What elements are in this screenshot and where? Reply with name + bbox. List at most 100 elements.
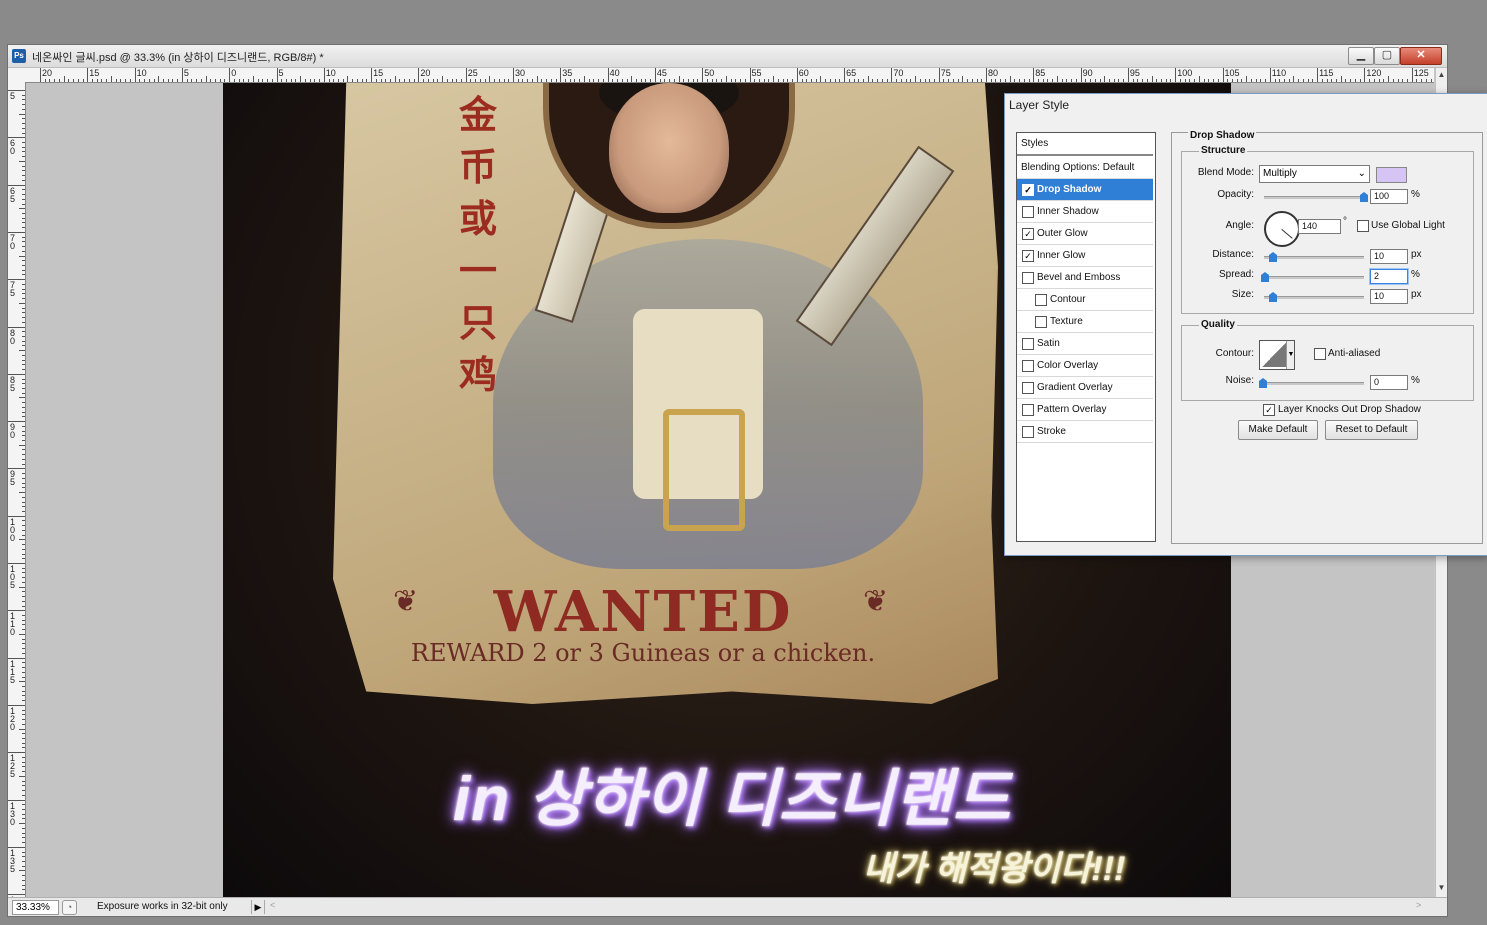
style-checkbox[interactable]	[1035, 294, 1047, 306]
style-item-label: Satin	[1037, 338, 1060, 349]
zoom-level-field[interactable]: 33.33%	[12, 900, 59, 915]
ruler-tick-label: 120	[1366, 68, 1382, 78]
spread-input[interactable]: 2	[1370, 269, 1408, 284]
scroll-left-icon[interactable]: <	[270, 900, 275, 910]
ruler-tick	[820, 76, 822, 82]
knockout-checkbox[interactable]: ✓	[1263, 404, 1275, 416]
style-checkbox[interactable]	[1022, 382, 1034, 394]
ruler-tick	[1175, 68, 1177, 82]
status-message: Exposure works in 32-bit only	[97, 901, 228, 912]
horizontal-ruler[interactable]: 20 15 10 5 0 5 10 15 20 25 30 35 40 45 50 55 60 65 70 75 80 8…	[26, 68, 1434, 83]
angle-input[interactable]: 140	[1298, 219, 1341, 234]
ruler-tick	[304, 79, 306, 82]
make-default-button[interactable]: Make Default	[1238, 420, 1318, 440]
ruler-tick	[22, 766, 25, 768]
ruler-tick	[22, 875, 25, 877]
ruler-tick	[394, 76, 396, 82]
scroll-down-icon[interactable]: ▼	[1436, 883, 1447, 892]
style-item-pattern-overlay[interactable]: Pattern Overlay	[1017, 399, 1153, 421]
ruler-tick	[22, 860, 25, 862]
ruler-tick-label: 65	[846, 68, 857, 78]
ruler-tick	[1090, 79, 1092, 82]
style-item-contour[interactable]: Contour	[1017, 289, 1153, 311]
ruler-tick	[22, 771, 25, 773]
style-checkbox[interactable]: ✓	[1022, 228, 1034, 240]
contour-dropdown-icon[interactable]: ▼	[1286, 341, 1294, 369]
anti-aliased-checkbox[interactable]	[1314, 348, 1326, 360]
opacity-slider[interactable]	[1264, 196, 1364, 199]
style-checkbox[interactable]	[1035, 316, 1047, 328]
opacity-input[interactable]: 100	[1370, 189, 1408, 204]
style-checkbox[interactable]	[1022, 360, 1034, 372]
document-titlebar[interactable]: Ps 네온싸인 글씨.psd @ 33.3% (in 상하이 디즈니랜드, RG…	[8, 45, 1447, 68]
horizontal-scrollbar[interactable]: < >	[268, 900, 1428, 913]
ruler-tick	[22, 435, 25, 437]
style-item-stroke[interactable]: Stroke	[1017, 421, 1153, 443]
noise-input[interactable]: 0	[1370, 375, 1408, 390]
blending-options-item[interactable]: Blending Options: Default	[1017, 157, 1153, 179]
ruler-tick	[22, 671, 25, 673]
ruler-tick	[19, 113, 25, 115]
blend-mode-select[interactable]: Multiply ⌄	[1259, 165, 1370, 183]
ruler-tick	[465, 68, 467, 82]
style-item-satin[interactable]: Satin	[1017, 333, 1153, 355]
ruler-tick	[110, 76, 112, 82]
style-checkbox[interactable]: ✓	[1022, 184, 1034, 196]
shadow-color-swatch[interactable]	[1376, 167, 1407, 183]
style-item-color-overlay[interactable]: Color Overlay	[1017, 355, 1153, 377]
close-button[interactable]: ✕	[1400, 47, 1442, 65]
ruler-tick	[721, 79, 723, 82]
ruler-tick	[22, 615, 25, 617]
ruler-tick	[1179, 79, 1181, 82]
status-info-icon[interactable]: ◔	[62, 900, 77, 915]
style-item-outer-glow[interactable]: ✓ Outer Glow	[1017, 223, 1153, 245]
ruler-tick	[683, 79, 685, 82]
ruler-tick	[763, 79, 765, 82]
style-checkbox[interactable]	[1022, 404, 1034, 416]
use-global-light-checkbox[interactable]	[1357, 220, 1369, 232]
ruler-tick	[1189, 79, 1191, 82]
noise-slider[interactable]	[1264, 382, 1364, 385]
distance-input[interactable]: 10	[1370, 249, 1408, 264]
ruler-tick-label: 100	[10, 516, 16, 543]
style-checkbox[interactable]	[1022, 272, 1034, 284]
ruler-tick	[19, 302, 25, 304]
styles-header[interactable]: Styles	[1017, 133, 1153, 156]
minimize-button[interactable]: ▁	[1348, 47, 1374, 65]
style-item-bevel-and-emboss[interactable]: Bevel and Emboss	[1017, 267, 1153, 289]
contour-picker[interactable]: ▼	[1259, 340, 1295, 370]
spread-slider[interactable]	[1264, 276, 1364, 279]
scroll-up-icon[interactable]: ▲	[1436, 70, 1447, 79]
scroll-right-icon[interactable]: >	[1416, 900, 1421, 910]
ruler-tick	[22, 222, 25, 224]
ruler-tick	[1250, 79, 1252, 82]
style-item-label: Inner Glow	[1037, 250, 1086, 261]
ruler-origin[interactable]	[8, 68, 27, 83]
maximize-button[interactable]: ▢	[1374, 47, 1400, 65]
reset-to-default-button[interactable]: Reset to Default	[1325, 420, 1418, 440]
ruler-tick	[8, 137, 25, 139]
distance-slider[interactable]	[1264, 256, 1364, 259]
anti-aliased-label: Anti-aliased	[1328, 348, 1381, 359]
size-input[interactable]: 10	[1370, 289, 1408, 304]
style-checkbox[interactable]: ✓	[1022, 250, 1034, 262]
ruler-tick	[22, 676, 25, 678]
style-item-inner-shadow[interactable]: Inner Shadow	[1017, 201, 1153, 223]
angle-dial[interactable]	[1264, 211, 1300, 247]
style-checkbox[interactable]	[1022, 426, 1034, 438]
style-item-gradient-overlay[interactable]: Gradient Overlay	[1017, 377, 1153, 399]
style-item-inner-glow[interactable]: ✓ Inner Glow	[1017, 245, 1153, 267]
vertical-ruler[interactable]: 5 60 65 70 75 80 85 90 95 100 105 110 115 120 125 130 13…	[8, 82, 26, 897]
size-slider[interactable]	[1264, 296, 1364, 299]
ruler-tick	[8, 326, 25, 328]
ruler-tick-label: 70	[10, 232, 16, 251]
style-item-texture[interactable]: Texture	[1017, 311, 1153, 333]
ruler-tick-label: 105	[10, 564, 16, 590]
status-menu-arrow-icon[interactable]: ▶	[251, 900, 265, 914]
ruler-tick	[22, 217, 25, 219]
ruler-tick	[314, 79, 316, 82]
style-checkbox[interactable]	[1022, 338, 1034, 350]
style-checkbox[interactable]	[1022, 206, 1034, 218]
style-item-drop-shadow[interactable]: ✓ Drop Shadow	[1017, 179, 1153, 201]
ruler-tick	[101, 79, 103, 82]
